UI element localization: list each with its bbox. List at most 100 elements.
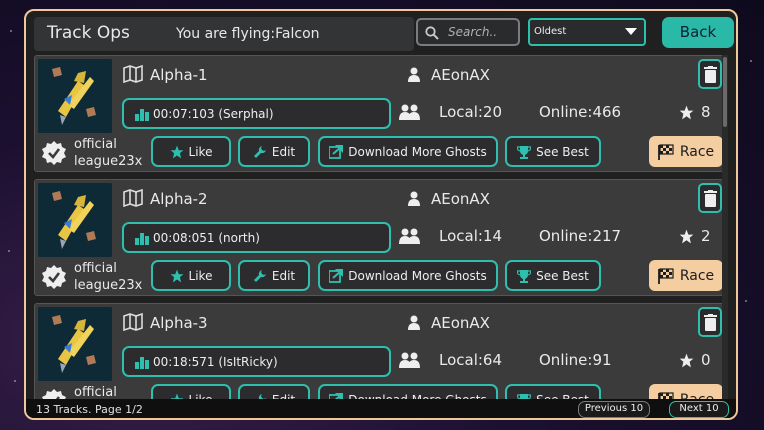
see-best-button[interactable]: See Best xyxy=(505,260,601,291)
like-label: Like xyxy=(188,144,213,159)
leaderboard-icon xyxy=(135,233,149,245)
see-best-label: See Best xyxy=(536,268,589,283)
official-line-1: official xyxy=(74,385,117,399)
track-card: Alpha-3 AEonAX 00:18:571 (IsItRicky) Loc… xyxy=(34,303,726,399)
see-best-button[interactable]: See Best xyxy=(505,136,601,167)
race-button[interactable]: Race xyxy=(649,384,723,399)
ship-thumbnail xyxy=(38,183,112,257)
user-icon xyxy=(408,67,420,82)
official-line-2: league23x xyxy=(74,154,143,169)
delete-button[interactable] xyxy=(698,59,722,89)
checkered-flag-icon xyxy=(657,391,674,399)
see-best-button[interactable]: See Best xyxy=(505,384,601,399)
scrollbar-thumb[interactable] xyxy=(723,57,727,127)
likes-count: 8 xyxy=(701,103,711,121)
download-label: Download More Ghosts xyxy=(348,144,487,159)
footer-bar: 13 Tracks. Page 1/2 Previous 10 Next 10 xyxy=(26,399,736,418)
users-icon xyxy=(399,352,420,368)
trash-icon xyxy=(704,314,717,331)
official-line-1: official xyxy=(74,261,117,276)
trash-icon xyxy=(704,190,717,207)
race-label: Race xyxy=(680,392,714,400)
user-icon xyxy=(408,191,420,206)
track-author: AEonAX xyxy=(431,66,490,84)
trophy-icon xyxy=(517,269,532,283)
checkered-flag-icon xyxy=(657,143,674,160)
checkered-flag-icon xyxy=(657,267,674,284)
track-count: 13 Tracks. Page 1/2 xyxy=(36,403,143,416)
race-button[interactable]: Race xyxy=(649,260,723,291)
online-count: Online:217 xyxy=(539,227,622,245)
sort-dropdown[interactable]: Oldest xyxy=(528,18,646,46)
download-ghosts-button[interactable]: Download More Ghosts xyxy=(318,136,498,167)
leaderboard-icon xyxy=(135,357,149,369)
track-author: AEonAX xyxy=(431,190,490,208)
see-best-label: See Best xyxy=(536,144,589,159)
wrench-icon xyxy=(253,145,266,158)
flying-status: You are flying:Falcon xyxy=(176,26,320,42)
online-count: Online:91 xyxy=(539,351,612,369)
likes-count: 2 xyxy=(701,227,711,245)
map-icon xyxy=(123,65,143,83)
previous-page-button[interactable]: Previous 10 xyxy=(578,401,650,418)
best-time-field: 00:07:103 (Serphal) xyxy=(122,98,391,129)
local-count: Local:14 xyxy=(439,227,503,245)
like-label: Like xyxy=(188,268,213,283)
download-ghosts-button[interactable]: Download More Ghosts xyxy=(318,260,498,291)
best-time-field: 00:18:571 (IsItRicky) xyxy=(122,346,391,377)
like-button[interactable]: Like xyxy=(151,136,231,167)
leaderboard-icon xyxy=(135,109,149,121)
sort-value: Oldest xyxy=(534,26,567,37)
like-button[interactable]: Like xyxy=(151,384,231,399)
verified-check-icon xyxy=(42,389,66,399)
edit-button[interactable]: Edit xyxy=(238,136,310,167)
best-time: 00:18:571 (IsItRicky) xyxy=(153,355,278,369)
edit-button[interactable]: Edit xyxy=(238,260,310,291)
track-author: AEonAX xyxy=(431,314,490,332)
ship-thumbnail xyxy=(38,307,112,381)
verified-check-icon xyxy=(42,265,66,289)
official-line-2: league23x xyxy=(74,278,143,293)
download-icon xyxy=(329,268,344,283)
star-icon xyxy=(170,145,183,158)
track-name: Alpha-1 xyxy=(150,66,208,84)
chevron-down-icon xyxy=(625,28,637,35)
search-input[interactable]: Search.. xyxy=(416,18,520,46)
race-label: Race xyxy=(679,143,715,160)
track-card: Alpha-1 AEonAX 00:07:103 (Serphal) Local… xyxy=(34,55,726,172)
track-card: Alpha-2 AEonAX 00:08:051 (north) Local:1… xyxy=(34,179,726,296)
star-icon xyxy=(170,269,183,282)
best-time: 00:07:103 (Serphal) xyxy=(153,107,274,121)
search-placeholder: Search.. xyxy=(448,25,498,39)
like-button[interactable]: Like xyxy=(151,260,231,291)
download-icon xyxy=(329,144,344,159)
best-time-field: 00:08:051 (north) xyxy=(122,222,391,253)
best-time: 00:08:051 (north) xyxy=(153,231,260,245)
wrench-icon xyxy=(253,269,266,282)
track-name: Alpha-2 xyxy=(150,190,208,208)
star-icon xyxy=(679,353,694,368)
page-title: Track Ops xyxy=(47,23,130,43)
star-icon xyxy=(679,229,694,244)
official-label: official league23x xyxy=(74,136,142,170)
trash-icon xyxy=(704,66,717,83)
back-button[interactable]: Back xyxy=(662,17,734,48)
local-count: Local:64 xyxy=(439,351,503,369)
trophy-icon xyxy=(517,145,532,159)
race-button[interactable]: Race xyxy=(649,136,723,167)
track-list[interactable]: Alpha-1 AEonAX 00:07:103 (Serphal) Local… xyxy=(34,55,728,399)
users-icon xyxy=(399,104,420,120)
delete-button[interactable] xyxy=(698,183,722,213)
download-ghosts-button[interactable]: Download More Ghosts xyxy=(318,384,498,399)
edit-label: Edit xyxy=(271,144,296,159)
official-line-1: official xyxy=(74,137,117,152)
next-page-button[interactable]: Next 10 xyxy=(669,401,729,418)
delete-button[interactable] xyxy=(698,307,722,337)
race-label: Race xyxy=(679,267,715,284)
ship-thumbnail xyxy=(38,59,112,133)
official-label: officialleague23x xyxy=(74,384,142,399)
edit-button[interactable]: Edit xyxy=(238,384,310,399)
download-label: Download More Ghosts xyxy=(348,268,487,283)
search-icon xyxy=(425,26,439,40)
likes-count: 0 xyxy=(701,351,711,369)
